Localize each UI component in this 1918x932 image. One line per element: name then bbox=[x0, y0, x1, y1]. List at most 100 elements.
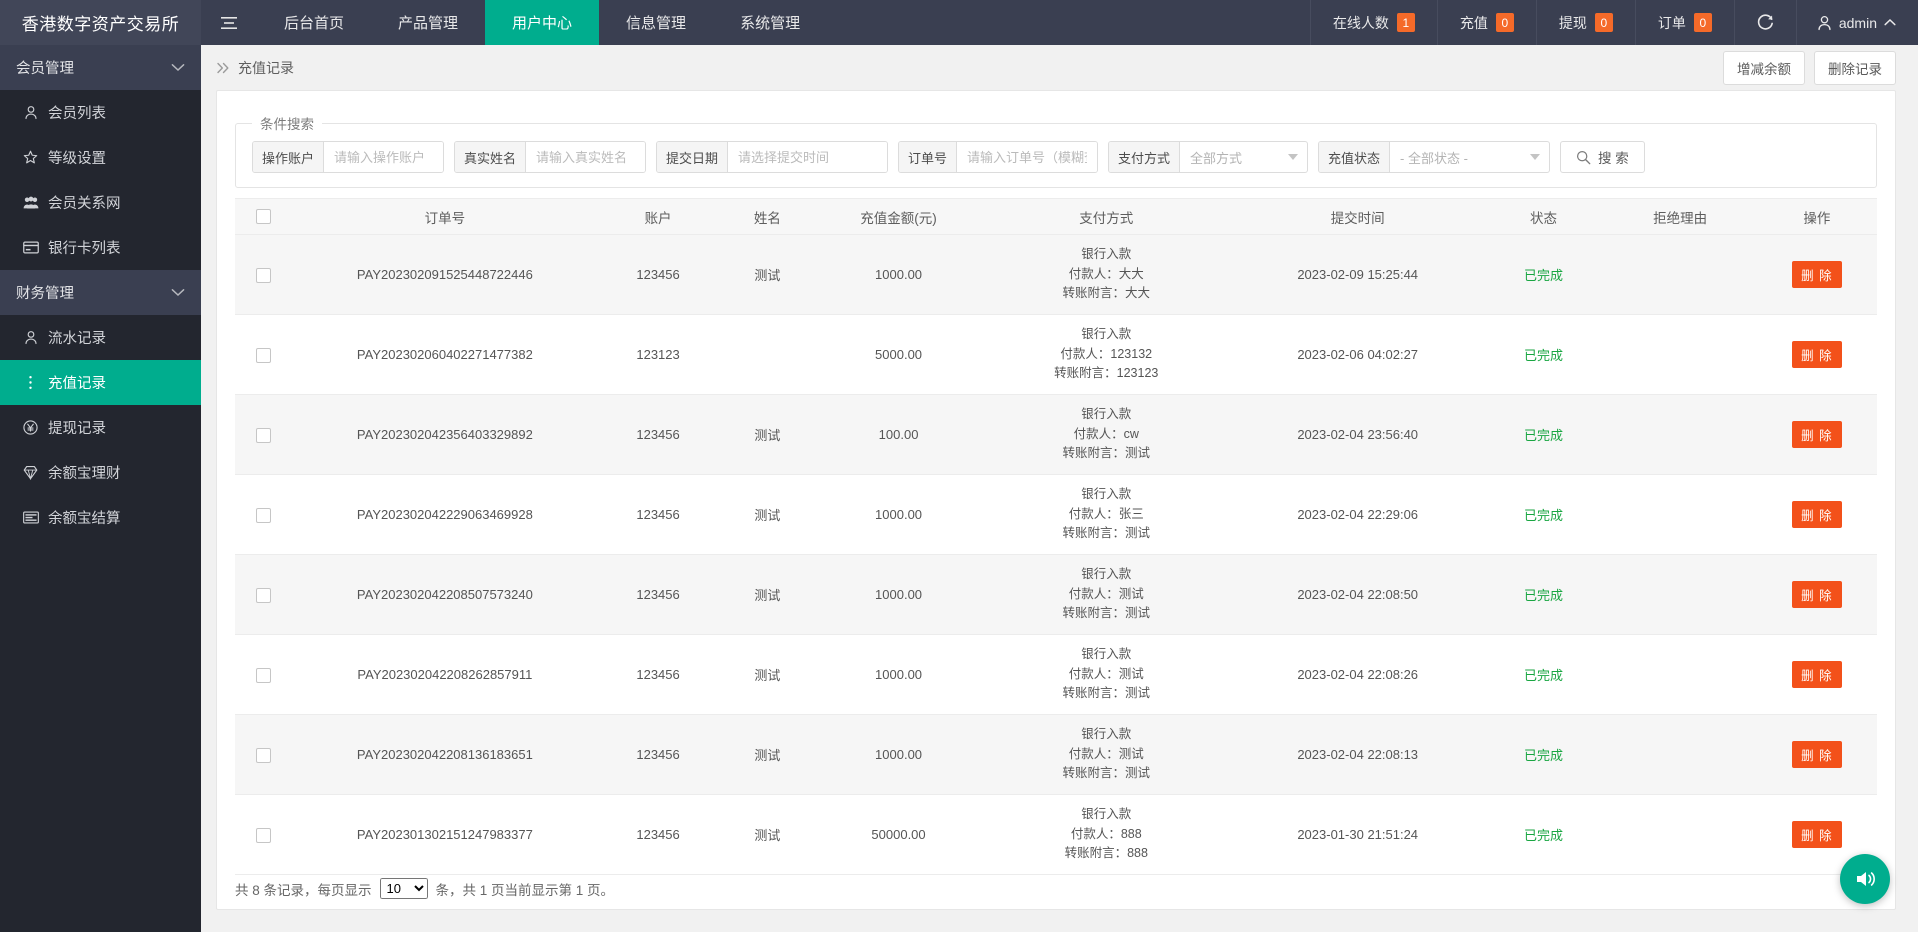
sidebar-item-yuebao-settlement[interactable]: 余额宝结算 bbox=[0, 495, 201, 540]
operation-account-input[interactable] bbox=[324, 142, 443, 172]
topnav-item-system[interactable]: 系统管理 bbox=[713, 0, 827, 45]
cell-pay-method: 银行入款付款人：大大转账附言：大大 bbox=[981, 235, 1232, 315]
sidebar-item-yuebao-finance[interactable]: 余额宝理财 bbox=[0, 450, 201, 495]
table-row: PAY202302042208136183651123456测试1000.00银… bbox=[235, 715, 1877, 795]
refresh-icon bbox=[1756, 13, 1775, 32]
cell-account: 123456 bbox=[598, 555, 718, 635]
row-checkbox[interactable] bbox=[256, 828, 271, 843]
adjust-balance-button[interactable]: 增减余额 bbox=[1723, 51, 1805, 85]
pay-method-select[interactable]: 全部方式 bbox=[1180, 142, 1307, 172]
content-panel: 条件搜索 操作账户 真实姓名 提交日期 订单号 bbox=[216, 90, 1896, 910]
filter-pay-method: 支付方式 全部方式 bbox=[1108, 141, 1308, 173]
delete-records-button[interactable]: 删除记录 bbox=[1814, 51, 1896, 85]
cell-status: 已完成 bbox=[1483, 635, 1603, 715]
pay-method-detail: 银行入款付款人：大大转账附言：大大 bbox=[982, 245, 1231, 303]
search-filter-legend: 条件搜索 bbox=[252, 113, 322, 133]
row-delete-button[interactable]: 删 除 bbox=[1792, 421, 1841, 448]
stat-badge: 0 bbox=[1694, 13, 1712, 32]
cell-name: 测试 bbox=[718, 555, 816, 635]
stat-recharge[interactable]: 充值 0 bbox=[1437, 0, 1536, 45]
cell-order-no: PAY202302042208262857911 bbox=[292, 635, 598, 715]
row-checkbox[interactable] bbox=[256, 668, 271, 683]
cell-submit-time: 2023-02-04 22:08:26 bbox=[1232, 635, 1483, 715]
page-size-select[interactable]: 102050100 bbox=[380, 878, 428, 899]
cell-order-no: PAY202301302151247983377 bbox=[292, 795, 598, 875]
select-all-checkbox[interactable] bbox=[256, 209, 271, 224]
stat-label: 提现 bbox=[1559, 13, 1587, 33]
row-delete-button[interactable]: 删 除 bbox=[1792, 341, 1841, 368]
col-order-no: 订单号 bbox=[292, 199, 598, 235]
payer-line: 付款人：测试 bbox=[982, 585, 1231, 604]
memo-line: 转账附言：测试 bbox=[982, 604, 1231, 623]
stat-online-users[interactable]: 在线人数 1 bbox=[1310, 0, 1437, 45]
sidebar-item-level-settings[interactable]: 等级设置 bbox=[0, 135, 201, 180]
user-icon bbox=[1817, 15, 1832, 31]
sidebar-group-member-management[interactable]: 会员管理 bbox=[0, 45, 201, 90]
payer-line: 付款人：cw bbox=[982, 425, 1231, 444]
sidebar-item-transaction-records[interactable]: 流水记录 bbox=[0, 315, 201, 360]
sidebar-group-finance-management[interactable]: 财务管理 bbox=[0, 270, 201, 315]
submit-date-input[interactable] bbox=[728, 142, 887, 172]
topnav-label: 后台首页 bbox=[284, 12, 344, 33]
cell-name: 测试 bbox=[718, 795, 816, 875]
stat-badge: 0 bbox=[1595, 13, 1613, 32]
chevron-down-icon bbox=[1288, 154, 1298, 160]
row-checkbox-cell bbox=[235, 395, 292, 475]
pagination-text-suffix: 条，共 1 页当前显示第 1 页。 bbox=[436, 879, 615, 899]
breadcrumb: 充值记录 bbox=[216, 58, 294, 78]
recharge-status-value: - 全部状态 - bbox=[1400, 148, 1468, 167]
filter-submit-date: 提交日期 bbox=[656, 141, 888, 173]
real-name-input[interactable] bbox=[526, 142, 645, 172]
sidebar-toggle-button[interactable] bbox=[201, 0, 257, 45]
topnav-item-user-center[interactable]: 用户中心 bbox=[485, 0, 599, 45]
cell-account: 123456 bbox=[598, 635, 718, 715]
search-icon bbox=[1576, 150, 1591, 165]
order-no-input[interactable] bbox=[957, 142, 1097, 172]
row-checkbox[interactable] bbox=[256, 508, 271, 523]
recharge-status-select[interactable]: - 全部状态 - bbox=[1390, 142, 1549, 172]
cell-submit-time: 2023-02-04 22:29:06 bbox=[1232, 475, 1483, 555]
row-checkbox[interactable] bbox=[256, 428, 271, 443]
stat-withdraw[interactable]: 提现 0 bbox=[1536, 0, 1635, 45]
cell-name: 测试 bbox=[718, 395, 816, 475]
user-menu[interactable]: admin bbox=[1796, 0, 1918, 45]
cell-order-no: PAY202302042208136183651 bbox=[292, 715, 598, 795]
sidebar-item-member-list[interactable]: 会员列表 bbox=[0, 90, 201, 135]
refresh-button[interactable] bbox=[1734, 0, 1796, 45]
payer-line: 付款人：测试 bbox=[982, 745, 1231, 764]
cell-operation: 删 除 bbox=[1757, 475, 1877, 555]
row-delete-button[interactable]: 删 除 bbox=[1792, 741, 1841, 768]
cell-reject-reason bbox=[1604, 315, 1757, 395]
sidebar-item-recharge-records[interactable]: 充值记录 bbox=[0, 360, 201, 405]
row-checkbox[interactable] bbox=[256, 348, 271, 363]
pay-method-type: 银行入款 bbox=[982, 725, 1231, 744]
cell-name bbox=[718, 315, 816, 395]
sidebar-item-member-relations[interactable]: 会员关系网 bbox=[0, 180, 201, 225]
row-delete-button[interactable]: 删 除 bbox=[1792, 581, 1841, 608]
topnav-item-info[interactable]: 信息管理 bbox=[599, 0, 713, 45]
col-operation: 操作 bbox=[1757, 199, 1877, 235]
filter-real-name: 真实姓名 bbox=[454, 141, 646, 173]
topnav-item-dashboard[interactable]: 后台首页 bbox=[257, 0, 371, 45]
stat-orders[interactable]: 订单 0 bbox=[1635, 0, 1734, 45]
breadcrumb-actions: 增减余额 删除记录 bbox=[1723, 51, 1896, 85]
row-delete-button[interactable]: 删 除 bbox=[1792, 261, 1841, 288]
row-checkbox[interactable] bbox=[256, 268, 271, 283]
cell-account: 123456 bbox=[598, 475, 718, 555]
sidebar-item-bank-cards[interactable]: 银行卡列表 bbox=[0, 225, 201, 270]
topnav-item-products[interactable]: 产品管理 bbox=[371, 0, 485, 45]
pay-method-detail: 银行入款付款人：888转账附言：888 bbox=[982, 805, 1231, 863]
row-delete-button[interactable]: 删 除 bbox=[1792, 821, 1841, 848]
row-delete-button[interactable]: 删 除 bbox=[1792, 661, 1841, 688]
col-submit-time: 提交时间 bbox=[1232, 199, 1483, 235]
row-delete-button[interactable]: 删 除 bbox=[1792, 501, 1841, 528]
floating-sound-button[interactable] bbox=[1840, 854, 1890, 904]
status-badge: 已完成 bbox=[1524, 668, 1563, 683]
search-button[interactable]: 搜 索 bbox=[1560, 141, 1645, 173]
row-checkbox-cell bbox=[235, 715, 292, 795]
row-checkbox[interactable] bbox=[256, 748, 271, 763]
cell-name: 测试 bbox=[718, 635, 816, 715]
sidebar-item-withdraw-records[interactable]: 提现记录 bbox=[0, 405, 201, 450]
row-checkbox[interactable] bbox=[256, 588, 271, 603]
status-badge: 已完成 bbox=[1524, 348, 1563, 363]
